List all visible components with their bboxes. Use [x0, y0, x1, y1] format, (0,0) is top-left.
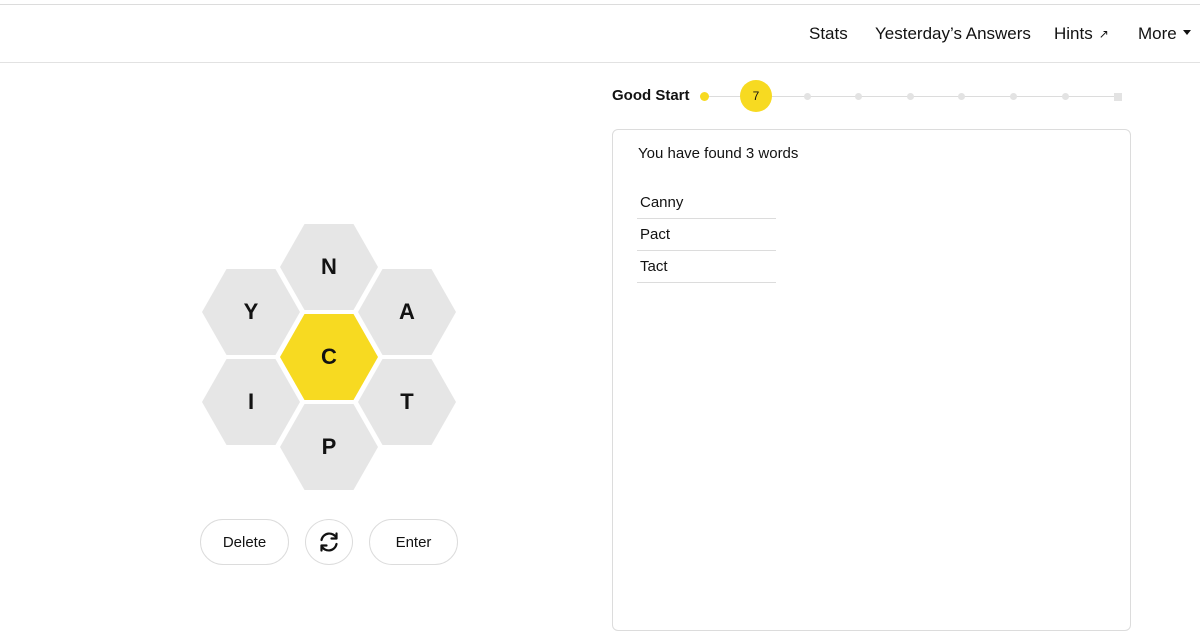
- enter-button[interactable]: Enter: [369, 519, 458, 565]
- hive-cell-upper-right[interactable]: A: [358, 269, 456, 355]
- found-word: Tact: [637, 251, 776, 283]
- hive-letter: P: [321, 434, 337, 459]
- progress-dot: [804, 93, 811, 100]
- hive-letter: Y: [243, 299, 259, 324]
- progress-dot: [1010, 93, 1017, 100]
- progress-dot: [907, 93, 914, 100]
- progress-dot: [958, 93, 965, 100]
- hive-letter: N: [321, 254, 337, 279]
- hive-cell-bottom[interactable]: P: [280, 404, 378, 490]
- hive-letter: I: [247, 389, 255, 414]
- nav-more[interactable]: More: [1138, 24, 1191, 46]
- hive-cell-lower-right[interactable]: T: [358, 359, 456, 445]
- nav-stats[interactable]: Stats: [809, 24, 848, 46]
- hive-cell-upper-left[interactable]: Y: [202, 269, 300, 355]
- hive-cell-top[interactable]: N: [280, 224, 378, 310]
- caret-down-icon: [1182, 30, 1191, 36]
- nav-yesterdays-answers-label: Yesterday’s Answers: [875, 24, 1031, 43]
- delete-button-label: Delete: [222, 533, 267, 551]
- enter-button-label: Enter: [395, 533, 432, 551]
- nav-hints-label: Hints: [1054, 24, 1093, 43]
- score-bubble: 7: [740, 80, 772, 112]
- found-words-count: You have found 3 words: [638, 145, 799, 162]
- top-border: [0, 4, 1200, 5]
- nav-stats-label: Stats: [809, 24, 848, 43]
- header-divider: [0, 62, 1200, 63]
- shuffle-button[interactable]: [305, 519, 353, 565]
- progress-dot: [855, 93, 862, 100]
- nav-yesterdays-answers[interactable]: Yesterday’s Answers: [875, 24, 1031, 46]
- hive-cell-center[interactable]: C: [280, 314, 378, 400]
- nav-hints[interactable]: Hints ↗: [1054, 24, 1109, 46]
- progress-dot: [1062, 93, 1069, 100]
- found-word: Pact: [637, 219, 776, 251]
- word-list-panel: You have found 3 words Canny Pact Tact: [612, 129, 1131, 631]
- progress-final-square: [1114, 93, 1122, 101]
- found-word: Canny: [637, 187, 776, 219]
- shuffle-icon: [320, 532, 338, 552]
- hive-center-letter: C: [321, 344, 337, 369]
- hive-letter: A: [399, 299, 415, 324]
- hive-cell-lower-left[interactable]: I: [202, 359, 300, 445]
- progress-dot: [700, 92, 709, 101]
- nav-more-label: More: [1138, 24, 1177, 43]
- external-arrow-icon: ↗: [1098, 27, 1109, 41]
- rank-label: Good Start: [612, 87, 690, 104]
- delete-button[interactable]: Delete: [200, 519, 289, 565]
- found-word-list: Canny Pact Tact: [637, 187, 776, 283]
- hive-letter: T: [400, 389, 414, 414]
